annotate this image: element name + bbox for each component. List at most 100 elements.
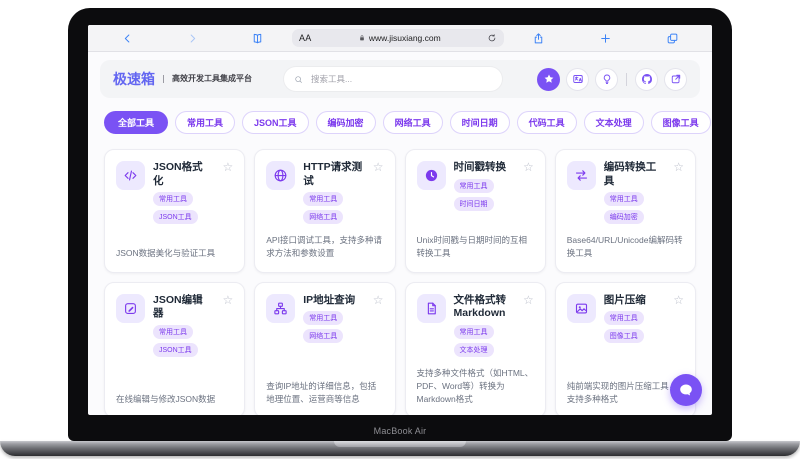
tool-tags: 常用工具 网络工具 [303, 311, 362, 344]
tool-tags: 常用工具 网络工具 [303, 192, 362, 225]
tool-card[interactable]: 文件格式转Markdown 常用工具文本处理 ☆ 支持多种文件格式（如HTML、PDF… [404, 281, 546, 415]
tool-title: 文件格式转Markdown [453, 293, 507, 320]
tool-tag: 常用工具 [303, 311, 344, 326]
tool-tag: 常用工具 [153, 324, 193, 339]
tool-tag: JSON工具 [153, 210, 198, 225]
device-label: MacBook Air [373, 426, 427, 436]
tool-tag: 常用工具 [603, 311, 644, 326]
ssl-lock-icon [358, 34, 366, 42]
favorite-star-icon[interactable]: ☆ [373, 294, 384, 306]
chat-button[interactable] [670, 374, 702, 406]
tool-tag: 常用工具 [153, 192, 193, 207]
share-site-button[interactable] [664, 67, 687, 91]
tool-tag: 常用工具 [453, 178, 494, 193]
tool-tags: 常用工具 文本处理 [453, 324, 513, 357]
tool-tag: 图像工具 [603, 329, 644, 344]
site-logo[interactable]: 极速箱 [113, 69, 155, 89]
globe-icon [266, 161, 296, 190]
text-size-button[interactable]: AA [299, 33, 312, 43]
favorite-star-icon[interactable]: ☆ [222, 294, 233, 306]
sitemap-icon [266, 293, 296, 323]
header-actions [537, 67, 687, 91]
tool-description: Base64/URL/Unicode编解码转换工具 [566, 235, 683, 259]
favorite-star-icon[interactable]: ☆ [673, 294, 684, 306]
tool-card[interactable]: JSON格式化 常用工具 JSON工具 ☆ JSON数据美化与验证工具 [104, 149, 246, 273]
tool-tag: 时间日期 [453, 196, 494, 211]
share-icon[interactable] [532, 32, 545, 45]
github-button[interactable] [635, 67, 658, 91]
tool-title: JSON编辑器 [153, 293, 203, 320]
tool-card[interactable]: 时间戳转换 常用工具 时间日期 ☆ Unix时间戳与日期时间的互相转换工具 [404, 149, 546, 273]
reload-icon[interactable] [487, 33, 497, 43]
swap-icon [566, 161, 596, 190]
favorite-star-icon[interactable]: ☆ [222, 161, 233, 173]
category-tab[interactable]: 图像工具 [650, 111, 711, 134]
favorite-star-icon[interactable]: ☆ [673, 161, 684, 173]
image-icon [566, 293, 596, 323]
tool-title: 图片压缩 [603, 293, 646, 306]
address-bar[interactable]: AA www.jisuxiang.com [292, 29, 504, 47]
tool-tag: 常用工具 [453, 324, 494, 339]
tool-tags: 常用工具 编码加密 [603, 192, 663, 225]
tool-tag: 网络工具 [303, 210, 344, 225]
category-tab[interactable]: 常用工具 [175, 111, 236, 134]
category-tab[interactable]: 全部工具 [104, 111, 169, 134]
tool-title: 编码转换工具 [603, 161, 657, 187]
favorites-button[interactable] [537, 67, 560, 91]
new-tab-icon[interactable] [599, 32, 612, 45]
laptop-base-notch [334, 441, 466, 447]
search-input[interactable] [309, 73, 492, 85]
favorite-star-icon[interactable]: ☆ [523, 294, 534, 306]
code-icon [116, 161, 145, 190]
tool-tags: 常用工具 JSON工具 [153, 192, 212, 225]
laptop-screen: AA www.jisuxiang.com 极速箱 高效开发工具集成平台 搜索工具… [88, 25, 712, 415]
tool-description: Unix时间戳与日期时间的互相转换工具 [416, 235, 528, 259]
back-icon[interactable] [121, 32, 134, 45]
clock-icon [416, 161, 446, 190]
site-header: 极速箱 高效开发工具集成平台 [100, 60, 700, 98]
tool-tag: 常用工具 [303, 192, 344, 207]
tool-description: 支持多种文件格式（如HTML、PDF、Word等）转换为Markdown格式 [416, 367, 534, 405]
category-tab[interactable]: 代码工具 [516, 111, 577, 134]
tool-card[interactable]: JSON编辑器常用工具 JSON工具 ☆ 在线编辑与修改JSON数据 [104, 281, 246, 415]
category-tab[interactable]: 网络工具 [382, 111, 443, 134]
tool-title: JSON格式化 [153, 161, 203, 187]
translate-button[interactable] [566, 67, 589, 91]
tool-description: 在线编辑与修改JSON数据 [116, 394, 216, 405]
category-tab[interactable]: 编码加密 [315, 111, 376, 134]
category-tabs: 全部工具常用工具JSON工具编码加密网络工具时间日期代码工具文本处理图像工具前端… [104, 111, 711, 134]
edit-icon [116, 293, 145, 323]
theme-button[interactable] [595, 67, 618, 91]
forward-icon[interactable] [186, 32, 199, 45]
tool-tags: 常用工具 图像工具 [603, 311, 663, 344]
file-icon [416, 293, 446, 323]
category-tab[interactable]: 时间日期 [449, 111, 510, 134]
tool-description: API接口调试工具，支持多种请求方法和参数设置 [266, 235, 382, 259]
favorite-star-icon[interactable]: ☆ [373, 161, 384, 173]
sidebar-book-icon[interactable] [251, 32, 264, 45]
tabs-overview-icon[interactable] [666, 32, 679, 45]
category-tab[interactable]: 文本处理 [583, 111, 644, 134]
tool-tag: 常用工具 [603, 192, 644, 207]
tool-tag: 编码加密 [603, 210, 644, 225]
search-icon [294, 75, 303, 84]
tool-tag: 文本处理 [453, 342, 494, 357]
laptop-base [0, 441, 800, 456]
tool-card[interactable]: HTTP请求测试常用工具网络工具 ☆ API接口调试工具，支持多种请求方法和参数设置 [254, 149, 396, 273]
tool-description: 纯前端实现的图片压缩工具，支持多种格式 [566, 381, 678, 405]
tool-card[interactable]: 编码转换工具常用工具编码加密 ☆ Base64/URL/Unicode编解码转换工具 [554, 149, 696, 273]
tool-tags: 常用工具 时间日期 [453, 178, 513, 211]
search-box[interactable] [284, 67, 502, 91]
favorite-star-icon[interactable]: ☆ [523, 161, 534, 173]
tools-grid: JSON格式化 常用工具 JSON工具 ☆ JSON数据美化与验证工具 HTTP请求测试常… [104, 149, 696, 415]
tool-card[interactable]: IP地址查询 常用工具 网络工具 ☆ 查询IP地址的详细信息，包括地理位置、运营商等信息 [254, 281, 396, 415]
tool-tag: JSON工具 [153, 342, 198, 357]
tool-tags: 常用工具 JSON工具 [153, 324, 212, 357]
url-text: www.jisuxiang.com [368, 33, 441, 43]
category-tab[interactable]: JSON工具 [242, 111, 309, 134]
site-tagline: 高效开发工具集成平台 [163, 74, 252, 84]
browser-toolbar: AA www.jisuxiang.com [88, 25, 712, 52]
tool-description: 查询IP地址的详细信息，包括地理位置、运营商等信息 [266, 381, 377, 405]
actions-divider [626, 72, 627, 86]
tool-title: HTTP请求测试 [303, 161, 363, 187]
